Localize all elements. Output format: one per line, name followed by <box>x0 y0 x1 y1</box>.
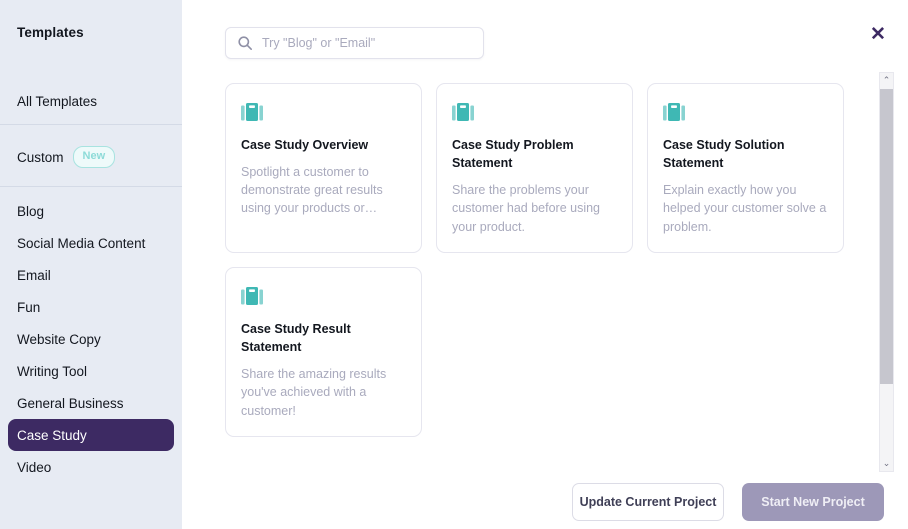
template-card-title: Case Study Solution Statement <box>663 136 828 172</box>
sidebar-category-list: BlogSocial Media ContentEmailFunWebsite … <box>0 195 182 483</box>
template-card[interactable]: Case Study Overview Spotlight a customer … <box>225 83 422 253</box>
template-card-description: Share the amazing results you've achieve… <box>241 365 406 419</box>
update-current-project-button[interactable]: Update Current Project <box>572 483 724 521</box>
scroll-up-arrow-icon[interactable]: ⌃ <box>880 73 893 88</box>
template-card-title: Case Study Result Statement <box>241 320 406 356</box>
new-badge: New <box>73 146 116 168</box>
sidebar-item-custom[interactable]: Custom New <box>17 146 115 168</box>
template-card-grid: Case Study Overview Spotlight a customer … <box>225 83 867 437</box>
briefcase-icon <box>452 100 617 124</box>
scroll-down-arrow-icon[interactable]: ⌄ <box>880 456 893 471</box>
scrollbar-thumb[interactable] <box>880 89 893 384</box>
footer-actions: Update Current Project Start New Project <box>572 483 884 521</box>
template-card[interactable]: Case Study Solution Statement Explain exa… <box>647 83 844 253</box>
template-card-description: Spotlight a customer to demonstrate grea… <box>241 163 406 217</box>
search-icon <box>237 35 253 51</box>
main-panel: ✕ Case Study Overview Spotlight a custome… <box>182 0 908 529</box>
sidebar-item-email[interactable]: Email <box>8 259 174 291</box>
sidebar: Templates All Templates Custom New BlogS… <box>0 0 182 529</box>
sidebar-divider <box>0 124 182 125</box>
sidebar-item-case-study[interactable]: Case Study <box>8 419 174 451</box>
template-card-description: Share the problems your customer had bef… <box>452 181 617 235</box>
sidebar-title: Templates <box>17 25 84 40</box>
briefcase-icon <box>241 100 406 124</box>
sidebar-item-video[interactable]: Video <box>8 451 174 483</box>
template-card[interactable]: Case Study Result Statement Share the ama… <box>225 267 422 437</box>
sidebar-divider <box>0 186 182 187</box>
sidebar-item-fun[interactable]: Fun <box>8 291 174 323</box>
sidebar-item-blog[interactable]: Blog <box>8 195 174 227</box>
sidebar-item-custom-label: Custom <box>17 150 64 165</box>
search-input[interactable] <box>262 36 462 50</box>
sidebar-item-all-templates[interactable]: All Templates <box>17 94 97 109</box>
close-icon[interactable]: ✕ <box>866 22 890 46</box>
content-scrollbar[interactable]: ⌃ ⌄ <box>879 72 894 472</box>
sidebar-item-writing-tool[interactable]: Writing Tool <box>8 355 174 387</box>
sidebar-item-social-media-content[interactable]: Social Media Content <box>8 227 174 259</box>
templates-modal: Templates All Templates Custom New BlogS… <box>0 0 908 529</box>
briefcase-icon <box>663 100 828 124</box>
template-card[interactable]: Case Study Problem Statement Share the pr… <box>436 83 633 253</box>
search-box[interactable] <box>225 27 484 59</box>
template-card-description: Explain exactly how you helped your cust… <box>663 181 828 235</box>
briefcase-icon <box>241 284 406 308</box>
template-card-title: Case Study Overview <box>241 136 406 154</box>
sidebar-item-website-copy[interactable]: Website Copy <box>8 323 174 355</box>
template-card-title: Case Study Problem Statement <box>452 136 617 172</box>
start-new-project-button[interactable]: Start New Project <box>742 483 884 521</box>
sidebar-item-general-business[interactable]: General Business <box>8 387 174 419</box>
